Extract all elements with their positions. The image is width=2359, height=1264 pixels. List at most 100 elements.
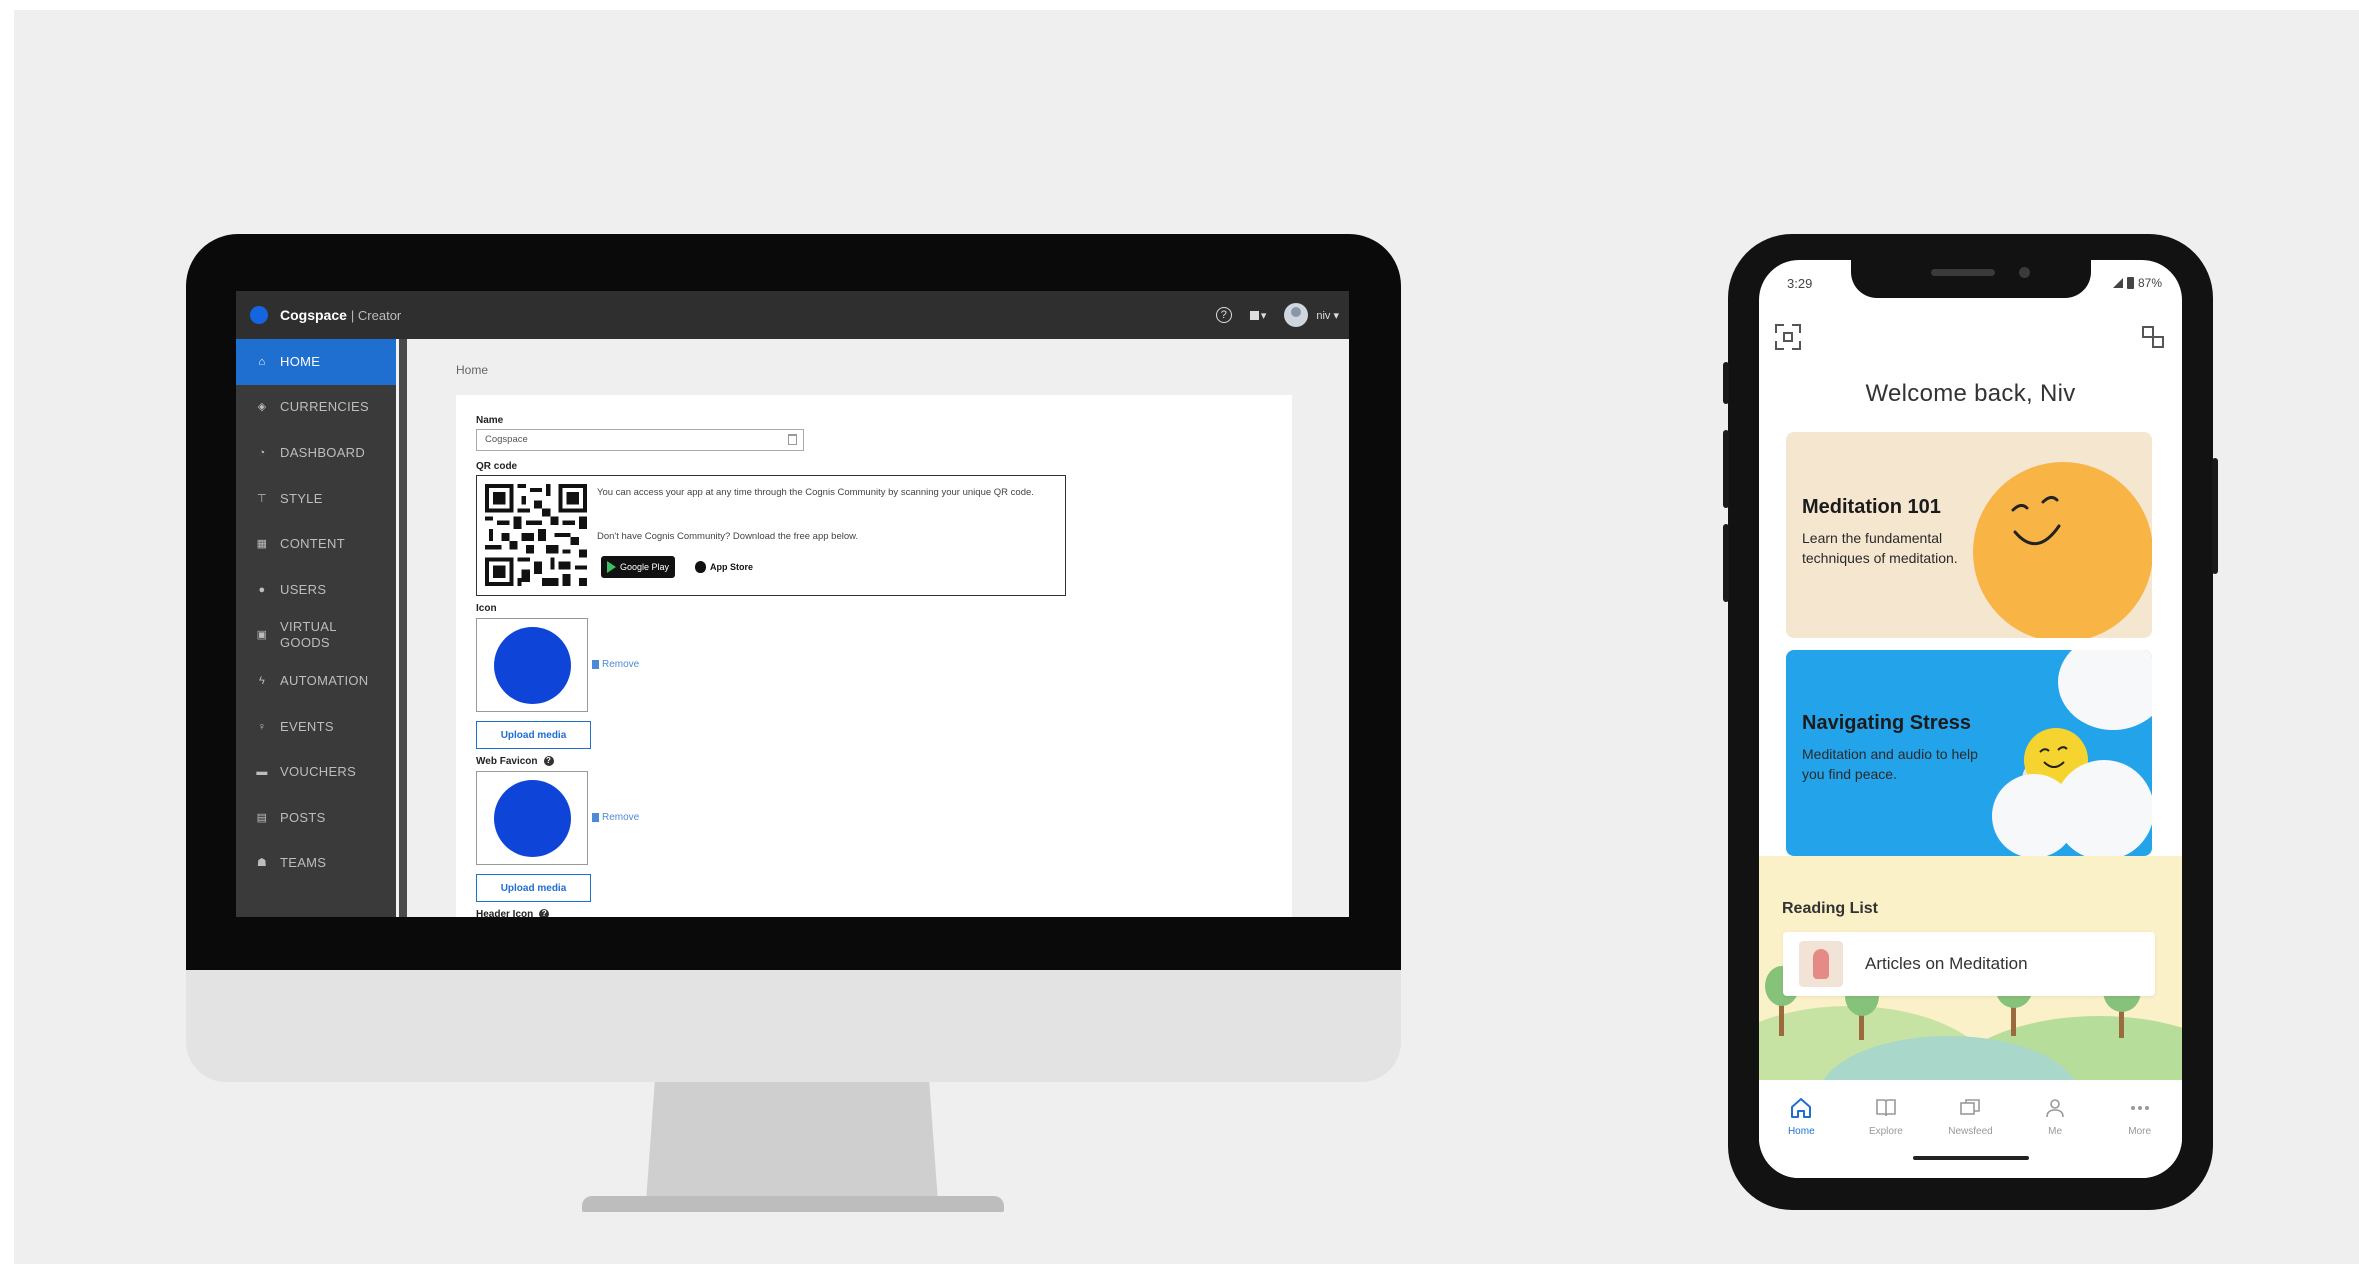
app-store-label: App Store (710, 562, 754, 572)
info-icon[interactable]: ? (539, 909, 550, 917)
home-icon (1791, 1098, 1812, 1118)
icon-label: Icon (476, 603, 497, 614)
phone-notch (1851, 260, 2091, 298)
home-icon: ⌂ (258, 355, 266, 368)
brand-logo (250, 306, 268, 324)
apps-menu-icon[interactable]: ▾ (1249, 309, 1266, 322)
sidebar-item-label: HOME (280, 353, 321, 369)
header-icon-label-text: Header Icon (476, 909, 534, 917)
tab-me[interactable]: Me (2020, 1096, 2090, 1178)
card-subtitle: Learn the fundamental techniques of medi… (1802, 530, 1958, 566)
gift-icon: ▣ (256, 629, 268, 642)
sidebar-item-label: AUTOMATION (280, 672, 369, 688)
favicon-label: Web Favicon? (476, 756, 554, 767)
reading-list-item[interactable]: Articles on Meditation (1783, 932, 2155, 996)
name-field[interactable]: Cogspace (476, 429, 804, 451)
avatar[interactable] (1284, 303, 1309, 327)
phone-volume-down (1723, 524, 1729, 602)
upload-favicon-button[interactable]: Upload media (476, 874, 591, 902)
sidebar-item-events[interactable]: ♀ EVENTS (236, 704, 396, 750)
status-time: 3:29 (1787, 276, 1813, 291)
tab-more[interactable]: More (2105, 1096, 2175, 1178)
name-value: Cogspace (485, 434, 528, 445)
card-subtitle: Meditation and audio to help you find pe… (1802, 746, 1978, 782)
signal-icon (2112, 278, 2123, 288)
phone-screen: 3:29 87% Welcome back, Niv Meditation 10… (1759, 260, 2182, 1178)
phone-mute-button (1723, 362, 1729, 404)
google-play-button[interactable]: Google Play (601, 556, 676, 578)
help-icon[interactable]: ? (1215, 307, 1232, 323)
clear-icon[interactable] (788, 434, 797, 445)
sidebar-item-style[interactable]: ⊤ STYLE (236, 476, 396, 522)
teams-icon: ☗ (256, 857, 268, 870)
tab-label: Explore (1868, 1126, 1903, 1137)
remove-label: Remove (602, 812, 640, 823)
main-content: Home Name Cogspace QR code You can acces… (407, 339, 1349, 917)
sidebar-item-label: STYLE (280, 490, 323, 506)
sidebar-item-currencies[interactable]: ◈ CURRENCIES (236, 385, 396, 431)
remove-icon-link[interactable]: Remove (592, 659, 639, 670)
switch-app-icon[interactable] (2140, 324, 2166, 350)
sidebar-item-label: CONTENT (280, 536, 345, 552)
brand-name[interactable]: Cogspace (280, 307, 347, 323)
favicon-label-text: Web Favicon (476, 756, 538, 767)
phone-speaker (1931, 269, 1995, 276)
remove-label: Remove (602, 659, 640, 670)
tab-explore[interactable]: Explore (1851, 1096, 1921, 1178)
monitor-stand-base (582, 1196, 1004, 1212)
reading-list-title: Reading List (1782, 900, 1879, 917)
card-title: Navigating Stress (1802, 712, 1971, 734)
newsfeed-icon (1960, 1099, 1981, 1115)
sidebar-item-label: VIRTUAL GOODS (280, 619, 337, 651)
brand-suffix: | Creator (350, 307, 402, 323)
qr-scan-icon[interactable] (1775, 324, 1801, 350)
course-card-meditation-101[interactable]: Meditation 101 Learn the fundamental tec… (1786, 432, 2152, 638)
qr-code (485, 484, 587, 586)
settings-panel: Name Cogspace QR code You can access you… (456, 395, 1292, 917)
sidebar-item-teams[interactable]: ☗ TEAMS (236, 841, 396, 887)
cloud-shape (2054, 760, 2152, 856)
sidebar-item-posts[interactable]: ▤ POSTS (236, 795, 396, 841)
sidebar-item-label: POSTS (280, 809, 326, 825)
upload-icon-button[interactable]: Upload media (476, 721, 591, 749)
course-card-navigating-stress[interactable]: Navigating Stress Meditation and audio t… (1786, 650, 2152, 856)
remove-favicon-link[interactable]: Remove (592, 812, 639, 823)
sidebar-item-dashboard[interactable]: ◔ DASHBOARD (236, 430, 396, 476)
sidebar-item-label: EVENTS (280, 718, 334, 734)
phone-power-button (2212, 458, 2218, 574)
sidebar-item-label: USERS (280, 581, 327, 597)
status-indicators: 87% (2112, 276, 2162, 290)
sidebar-item-label: DASHBOARD (280, 444, 366, 460)
sidebar-item-automation[interactable]: ϟ AUTOMATION (236, 658, 396, 704)
tab-label: Home (1787, 1126, 1815, 1137)
info-icon[interactable]: ? (543, 756, 554, 767)
sidebar-item-users[interactable]: ● USERS (236, 567, 396, 613)
google-play-icon (607, 561, 616, 573)
sidebar-item-virtual-goods[interactable]: ▣ VIRTUAL GOODS (236, 613, 396, 659)
sidebar: ⌂ HOME ◈ CURRENCIES ◔ DASHBOARD ⊤ STYLE ▦ CONTENT… (236, 339, 396, 917)
sidebar-item-vouchers[interactable]: ▬ VOUCHERS (236, 749, 396, 795)
content-grid-icon: ▦ (256, 538, 268, 551)
user-menu[interactable]: niv ▾ (1316, 309, 1339, 322)
bottom-tab-bar: Home Explore Newsfeed Me More (1759, 1080, 2182, 1178)
reading-item-label: Articles on Meditation (1865, 954, 2028, 973)
desktop-screen: Cogspace | Creator ? ▾ niv ▾ ⌂ HOME ◈ CURRE… (236, 291, 1349, 917)
app-store-button[interactable]: App Store (689, 556, 759, 578)
sidebar-item-content[interactable]: ▦ CONTENT (236, 521, 396, 567)
home-indicator[interactable] (1913, 1156, 2029, 1160)
tab-label: More (2128, 1126, 2152, 1137)
tab-home[interactable]: Home (1766, 1096, 1836, 1178)
tab-newsfeed[interactable]: Newsfeed (1935, 1096, 2005, 1178)
trash-icon (592, 660, 599, 669)
breadcrumb[interactable]: Home (456, 363, 488, 377)
monitor-stand (646, 1082, 938, 1202)
card-title: Meditation 101 (1802, 496, 1941, 518)
google-play-label: Google Play (620, 562, 670, 572)
sidebar-item-home[interactable]: ⌂ HOME (236, 339, 396, 385)
sidebar-scrollbar[interactable] (399, 339, 407, 917)
top-bar: Cogspace | Creator ? ▾ niv ▾ (236, 291, 1349, 339)
bolt-icon: ϟ (258, 674, 266, 687)
name-label: Name (476, 415, 504, 426)
tab-label: Newsfeed (1948, 1126, 1993, 1137)
smiling-sun-illustration (1973, 462, 2152, 638)
